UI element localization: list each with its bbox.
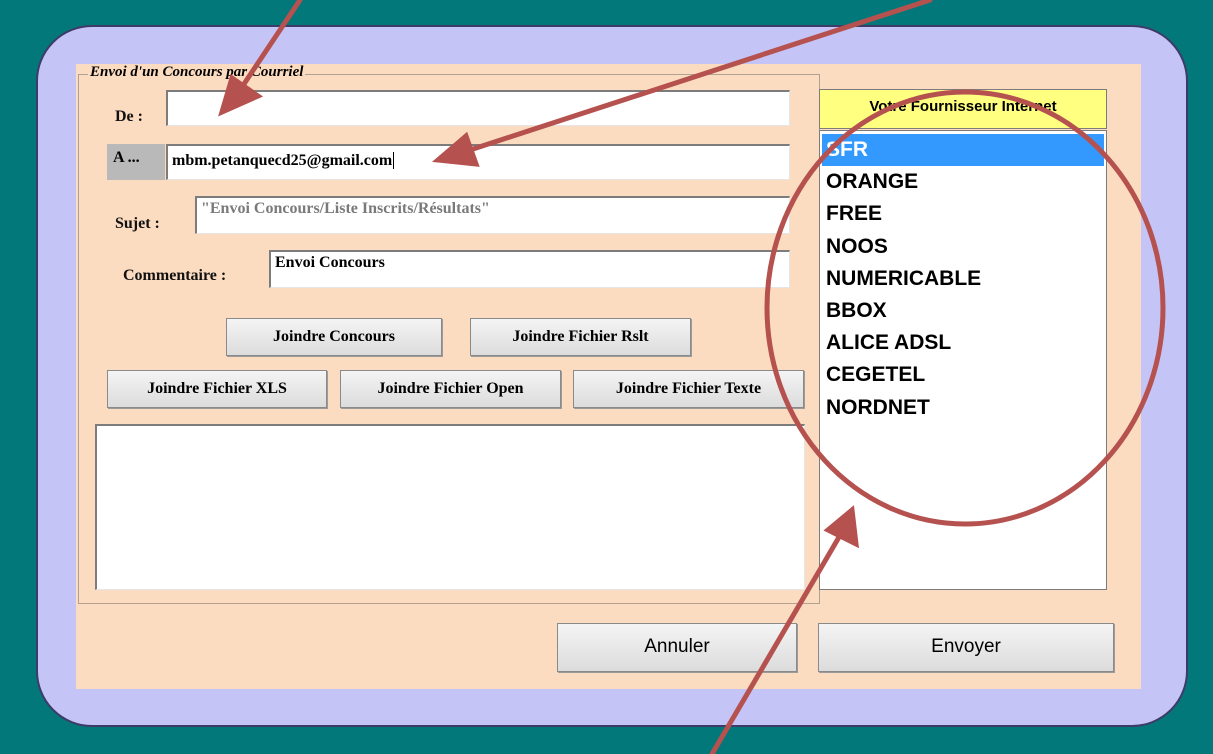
text-cursor (393, 152, 395, 169)
to-value: mbm.petanquecd25@gmail.com (172, 152, 393, 169)
from-field[interactable] (166, 90, 790, 126)
subject-label: Sujet : (115, 215, 160, 232)
to-field[interactable]: mbm.petanquecd25@gmail.com (166, 144, 790, 180)
isp-list[interactable]: SFR ORANGE FREE NOOS NUMERICABLE BBOX AL… (819, 130, 1107, 590)
attachments-area[interactable] (95, 424, 805, 590)
isp-header: Votre Fournisseur Internet (819, 89, 1107, 129)
isp-item-numericable[interactable]: NUMERICABLE (822, 263, 1104, 295)
isp-item-sfr[interactable]: SFR (822, 134, 1104, 167)
attach-rslt-button[interactable]: Joindre Fichier Rslt (470, 318, 691, 356)
from-label: De : (115, 108, 143, 125)
isp-item-free[interactable]: FREE (822, 198, 1104, 230)
attach-xls-button[interactable]: Joindre Fichier XLS (107, 370, 327, 408)
isp-item-bbox[interactable]: BBOX (822, 295, 1104, 327)
isp-item-alice-adsl[interactable]: ALICE ADSL (822, 327, 1104, 359)
attach-concours-button[interactable]: Joindre Concours (226, 318, 442, 356)
group-title: Envoi d'un Concours par Courriel (88, 64, 306, 81)
comment-label: Commentaire : (123, 267, 227, 284)
isp-item-cegetel[interactable]: CEGETEL (822, 359, 1104, 391)
to-button[interactable]: A ... (107, 144, 165, 180)
attach-open-button[interactable]: Joindre Fichier Open (340, 370, 561, 408)
attach-text-button[interactable]: Joindre Fichier Texte (573, 370, 804, 408)
isp-item-nordnet[interactable]: NORDNET (822, 392, 1104, 424)
isp-item-orange[interactable]: ORANGE (822, 166, 1104, 198)
isp-item-noos[interactable]: NOOS (822, 231, 1104, 263)
send-button[interactable]: Envoyer (818, 623, 1114, 672)
comment-field[interactable]: Envoi Concours (269, 250, 790, 288)
subject-field[interactable]: "Envoi Concours/Liste Inscrits/Résultats… (195, 196, 790, 234)
cancel-button[interactable]: Annuler (557, 623, 797, 672)
